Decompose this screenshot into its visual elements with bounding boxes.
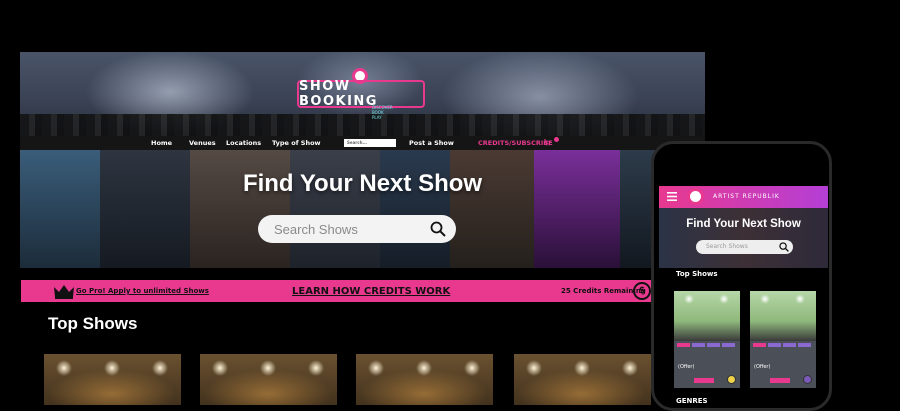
show-card[interactable] bbox=[200, 354, 337, 405]
hero-banner: Find Your Next Show Search Shows bbox=[20, 150, 705, 268]
nav-venues[interactable]: Venues bbox=[189, 139, 216, 147]
show-card-image bbox=[750, 291, 816, 341]
logo-side-words: DISCOVER BOOK PLAY bbox=[372, 105, 393, 120]
nav-post-show[interactable]: Post a Show bbox=[409, 139, 454, 147]
crown-icon bbox=[54, 285, 74, 299]
show-card[interactable] bbox=[514, 354, 651, 405]
genre-tag bbox=[768, 343, 781, 347]
mobile-logo-icon[interactable] bbox=[687, 188, 704, 205]
show-card[interactable] bbox=[44, 354, 181, 405]
genre-tag bbox=[707, 343, 720, 347]
search-icon[interactable] bbox=[779, 242, 789, 252]
mobile-show-card[interactable]: (Offer) bbox=[674, 291, 740, 388]
apply-button[interactable] bbox=[770, 378, 790, 383]
go-pro-link[interactable]: Go Pro! Apply to unlimited Shows bbox=[76, 287, 209, 295]
verified-badge-icon bbox=[727, 375, 736, 384]
nav-locations[interactable]: Locations bbox=[226, 139, 261, 147]
hero-photo-guitarist bbox=[450, 150, 534, 268]
apply-button[interactable] bbox=[694, 378, 714, 383]
site-logo[interactable]: SHOW BOOKING bbox=[297, 79, 425, 109]
nav-search-input[interactable]: Search... bbox=[344, 139, 396, 147]
cart-icon[interactable] bbox=[544, 139, 551, 146]
nav-home[interactable]: Home bbox=[151, 139, 172, 147]
mobile-search-input[interactable]: Search Shows bbox=[696, 240, 793, 254]
hero-search-placeholder: Search Shows bbox=[274, 221, 358, 237]
cart-count-badge bbox=[554, 137, 559, 142]
genre-tag bbox=[692, 343, 705, 347]
logo-title: SHOW BOOKING bbox=[299, 79, 378, 109]
promo-bar: Go Pro! Apply to unlimited Shows LEARN H… bbox=[20, 279, 654, 303]
show-card[interactable] bbox=[356, 354, 493, 405]
mobile-header: ARTIST REPUBLIK bbox=[659, 186, 828, 208]
search-icon[interactable] bbox=[430, 221, 446, 237]
credits-coin-icon: $ bbox=[633, 282, 651, 300]
header-banner: SHOW BOOKING DISCOVER BOOK PLAY bbox=[20, 52, 705, 136]
hero-photo-fans bbox=[290, 150, 380, 268]
show-card-offer: (Offer) bbox=[678, 364, 695, 370]
show-card-offer: (Offer) bbox=[754, 364, 771, 370]
mobile-search-placeholder: Search Shows bbox=[706, 243, 748, 250]
hero-photo-crowd bbox=[20, 150, 100, 268]
mobile-hero: Find Your Next Show Search Shows bbox=[659, 208, 828, 268]
main-nav: Home Venues Locations Type of Show Searc… bbox=[20, 136, 705, 150]
genre-tag bbox=[798, 343, 811, 347]
crowd-silhouette bbox=[20, 114, 705, 136]
genre-tag bbox=[783, 343, 796, 347]
nav-credits-subscribe[interactable]: CREDITS/SUBSCRIBE bbox=[478, 139, 553, 147]
logo-side-play: PLAY bbox=[372, 115, 382, 120]
mobile-genres-heading: GENRES bbox=[676, 397, 708, 405]
show-card-image bbox=[674, 291, 740, 341]
hero-photo-singer bbox=[100, 150, 190, 268]
mobile-hero-title: Find Your Next Show bbox=[686, 218, 801, 230]
hero-photo-stage bbox=[534, 150, 620, 268]
menu-icon[interactable] bbox=[667, 192, 677, 201]
genre-tag bbox=[753, 343, 766, 347]
avatar bbox=[803, 375, 812, 384]
nav-type-of-show[interactable]: Type of Show bbox=[272, 139, 321, 147]
mobile-show-card[interactable]: (Offer) bbox=[750, 291, 816, 388]
mobile-brand-name: ARTIST REPUBLIK bbox=[713, 193, 780, 200]
mobile-site: ARTIST REPUBLIK Find Your Next Show Sear… bbox=[651, 141, 832, 411]
show-card-tags bbox=[677, 343, 735, 347]
hero-search-input[interactable]: Search Shows bbox=[258, 215, 456, 243]
genre-tag bbox=[677, 343, 690, 347]
genre-tag bbox=[722, 343, 735, 347]
hero-photo-drummer bbox=[380, 150, 450, 268]
top-shows-heading: Top Shows bbox=[48, 314, 138, 333]
hero-photo-band bbox=[190, 150, 290, 268]
show-card-tags bbox=[753, 343, 811, 347]
desktop-site: SHOW BOOKING DISCOVER BOOK PLAY Home Ven… bbox=[20, 52, 705, 405]
mobile-top-shows-heading: Top Shows bbox=[676, 270, 718, 278]
hero-title: Find Your Next Show bbox=[242, 170, 483, 197]
learn-credits-link[interactable]: LEARN HOW CREDITS WORK bbox=[292, 286, 450, 297]
